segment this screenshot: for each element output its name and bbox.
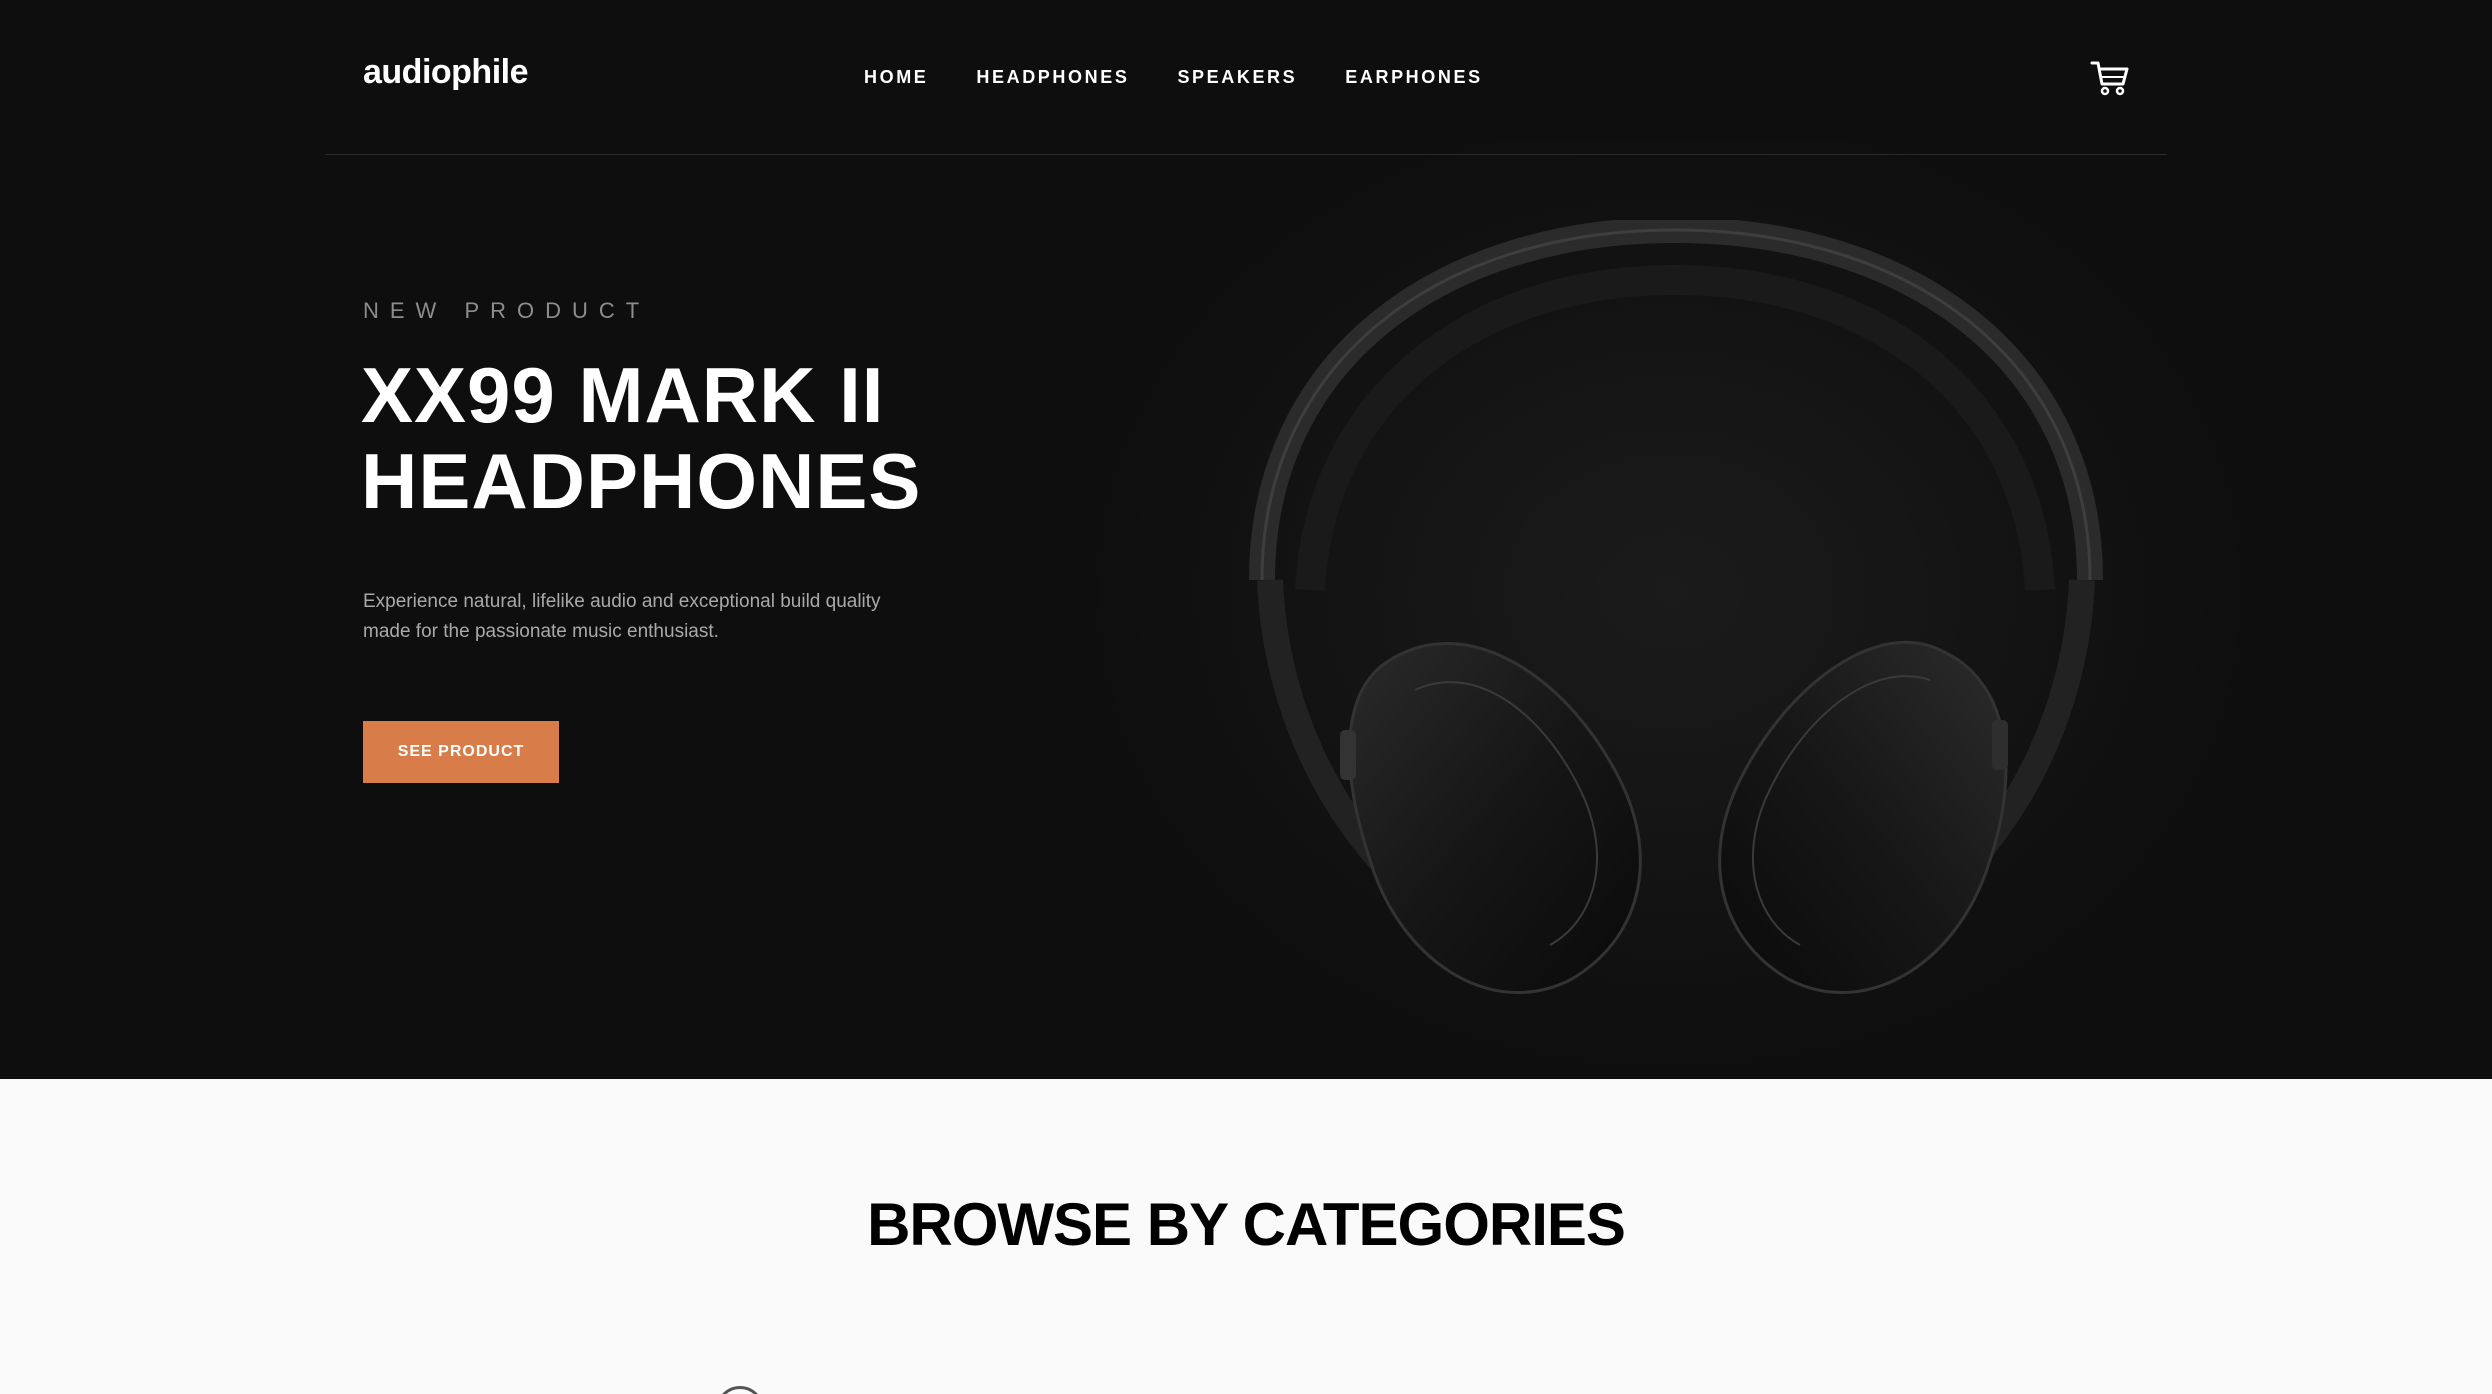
see-product-button[interactable]: SEE PRODUCT bbox=[363, 721, 559, 783]
navbar: audiophile HOME HEADPHONES SPEAKERS EARP… bbox=[325, 0, 2167, 155]
cart-icon[interactable] bbox=[2090, 60, 2130, 96]
hero-overline: NEW PRODUCT bbox=[363, 298, 651, 323]
hero-title-line-2: HEADPHONES bbox=[361, 437, 922, 525]
hero-title: XX99 MARK II HEADPHONES bbox=[361, 352, 921, 524]
hero-title-line-1: XX99 MARK II bbox=[361, 351, 885, 439]
nav-links: HOME HEADPHONES SPEAKERS EARPHONES bbox=[864, 67, 1483, 88]
browse-categories-heading: BROWSE BY CATEGORIES bbox=[867, 1191, 1626, 1258]
hero-section: audiophile HOME HEADPHONES SPEAKERS EARP… bbox=[0, 0, 2492, 1079]
headphones-image bbox=[1249, 220, 2103, 995]
nav-link-speakers[interactable]: SPEAKERS bbox=[1177, 67, 1297, 88]
logo[interactable]: audiophile bbox=[363, 53, 529, 92]
nav-link-home[interactable]: HOME bbox=[864, 67, 928, 88]
hero-description: Experience natural, lifelike audio and e… bbox=[363, 591, 881, 642]
nav-link-headphones[interactable]: HEADPHONES bbox=[976, 67, 1129, 88]
category-thumbnail bbox=[716, 1386, 764, 1394]
nav-link-earphones[interactable]: EARPHONES bbox=[1345, 67, 1482, 88]
